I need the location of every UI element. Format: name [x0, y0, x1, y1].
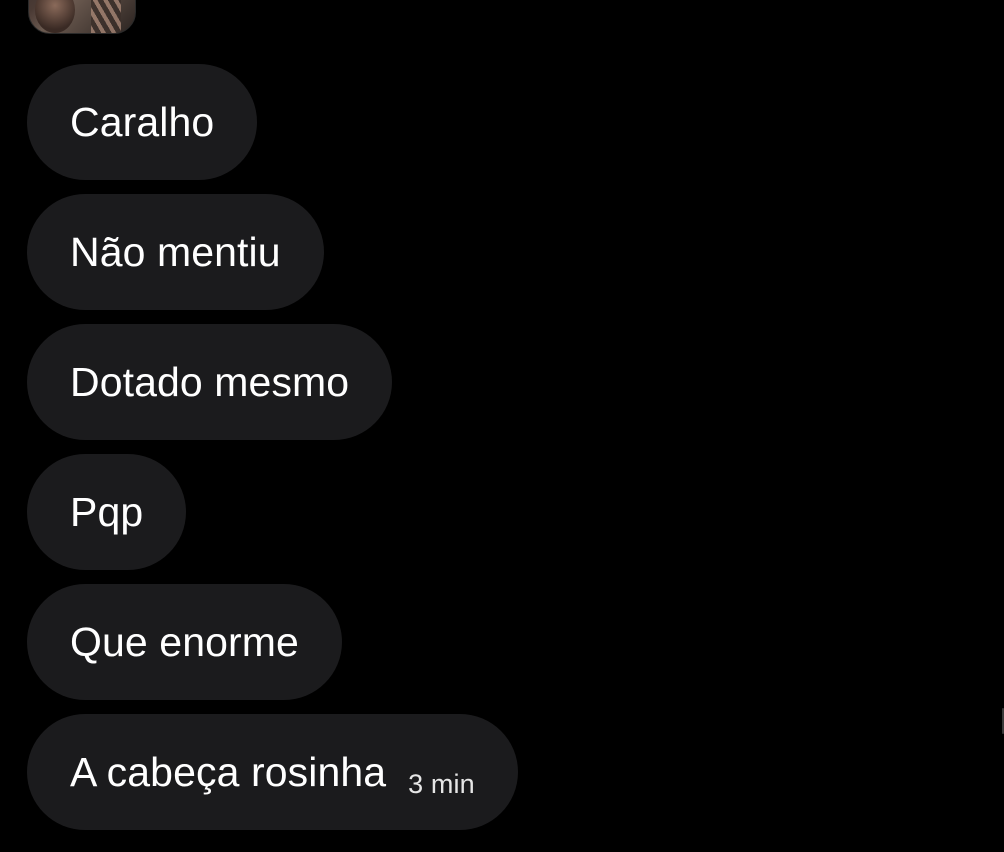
avatar-image-detail	[91, 0, 121, 33]
message-bubble[interactable]: Caralho	[27, 64, 258, 180]
avatar-image-detail	[35, 0, 75, 33]
message-bubble[interactable]: Que enorme	[27, 584, 342, 700]
message-text: A cabeça rosinha	[70, 748, 387, 795]
message-bubble[interactable]: Dotado mesmo	[27, 324, 393, 440]
message-bubble[interactable]: Não mentiu	[27, 194, 324, 310]
message-text: Não mentiu	[70, 228, 281, 275]
message-text: Caralho	[70, 98, 215, 145]
message-list: Caralho Não mentiu Dotado mesmo Pqp Que …	[27, 64, 518, 830]
message-text: Que enorme	[70, 618, 299, 665]
message-text: Dotado mesmo	[70, 358, 350, 405]
message-timestamp: 3 min	[408, 768, 475, 799]
message-text: Pqp	[70, 488, 144, 535]
message-bubble[interactable]: Pqp	[27, 454, 187, 570]
message-bubble[interactable]: A cabeça rosinha 3 min	[27, 714, 518, 830]
sender-avatar[interactable]	[28, 0, 136, 34]
